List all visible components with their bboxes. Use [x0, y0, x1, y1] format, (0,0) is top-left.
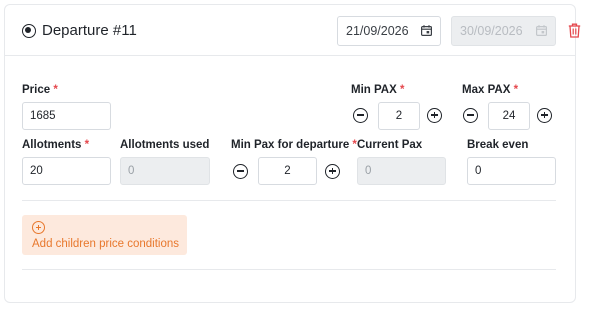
end-date-input: 30/09/2026	[451, 16, 556, 46]
start-date-input[interactable]: 21/09/2026	[337, 16, 441, 46]
price-input[interactable]: 1685	[22, 102, 111, 130]
min-pax-departure-label: Min Pax for departure *	[231, 139, 357, 151]
max-pax-input[interactable]: 24	[488, 102, 530, 130]
allotments-input[interactable]: 20	[22, 157, 111, 185]
min-pax-decrement-icon[interactable]	[353, 108, 368, 123]
allotments-used-input: 0	[120, 157, 210, 185]
break-even-label: Break even	[467, 139, 529, 151]
max-pax-increment-icon[interactable]	[537, 108, 552, 123]
calendar-icon	[536, 25, 547, 36]
departure-radio[interactable]	[22, 24, 36, 38]
break-even-input[interactable]: 0	[467, 157, 556, 185]
min-pax-departure-increment-icon[interactable]	[325, 164, 340, 179]
min-pax-input[interactable]: 2	[378, 102, 420, 130]
calendar-icon[interactable]	[421, 25, 432, 36]
current-pax-input: 0	[357, 157, 446, 185]
add-circle-icon[interactable]	[32, 221, 45, 234]
trash-icon[interactable]	[568, 23, 581, 38]
current-pax-label: Current Pax	[357, 139, 423, 151]
departure-card	[4, 4, 576, 303]
min-pax-departure-decrement-icon[interactable]	[233, 164, 248, 179]
departure-title: Departure #11	[42, 22, 137, 39]
add-children-price-label[interactable]: Add children price conditions	[32, 238, 179, 250]
start-date-value: 21/09/2026	[346, 24, 409, 38]
max-pax-decrement-icon[interactable]	[463, 108, 478, 123]
fields-divider	[22, 200, 556, 201]
end-date-value: 30/09/2026	[460, 24, 523, 38]
min-pax-increment-icon[interactable]	[427, 108, 442, 123]
header-divider	[5, 55, 575, 56]
allotments-label: Allotments *	[22, 139, 90, 151]
min-pax-label: Min PAX *	[351, 84, 405, 96]
footer-divider	[22, 269, 556, 270]
price-label: Price *	[22, 84, 58, 96]
max-pax-label: Max PAX *	[462, 84, 519, 96]
min-pax-departure-input[interactable]: 2	[258, 157, 317, 185]
allotments-used-label: Allotments used	[120, 139, 210, 151]
